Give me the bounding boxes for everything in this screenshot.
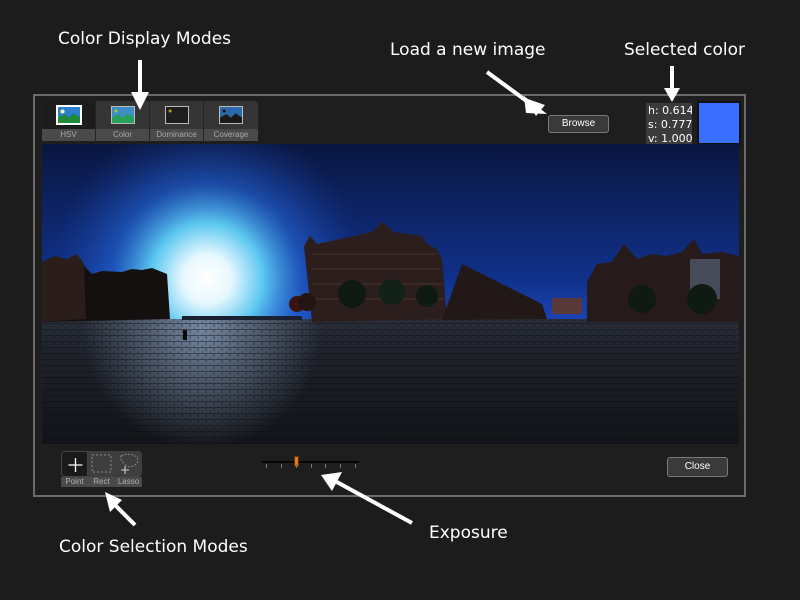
close-button[interactable]: Close — [667, 457, 728, 477]
exposure-tick — [266, 464, 267, 468]
lasso-icon — [115, 451, 142, 477]
selection-mode-label: Lasso — [115, 477, 142, 487]
exposure-slider[interactable] — [262, 454, 359, 468]
display-mode-coverage[interactable]: Coverage — [204, 101, 258, 141]
image-dominance-icon — [165, 106, 189, 124]
exposure-track — [262, 461, 359, 463]
exposure-tick — [280, 464, 282, 468]
color-picker-panel: HSV Color Dominance Coverage Browse h: 0… — [33, 94, 746, 497]
browse-button[interactable]: Browse — [548, 115, 609, 133]
image-coverage-icon — [219, 106, 243, 124]
selected-color-swatch — [697, 101, 741, 145]
display-mode-label: Dominance — [150, 129, 203, 141]
exposure-tick — [355, 464, 356, 468]
callout-selected-color: Selected color — [624, 40, 745, 60]
selection-mode-label: Point — [61, 477, 88, 487]
exposure-tick — [340, 464, 342, 468]
selection-mode-point[interactable]: Point — [61, 451, 88, 488]
saturation-value: s: 0.777 — [648, 118, 692, 131]
dashed-rect-icon — [88, 451, 115, 477]
display-mode-dominance[interactable]: Dominance — [150, 101, 204, 141]
callout-exposure: Exposure — [429, 523, 508, 543]
exposure-tick — [295, 464, 297, 468]
display-mode-color[interactable]: Color — [96, 101, 150, 141]
callout-color-display-modes: Color Display Modes — [58, 29, 232, 49]
panorama-image — [42, 144, 739, 444]
selection-mode-rect[interactable]: Rect — [88, 451, 115, 488]
image-hsv-icon — [56, 105, 82, 125]
image-viewport[interactable] — [42, 144, 739, 444]
crosshair-plus-icon — [61, 451, 88, 477]
color-selection-mode-tabs: Point Rect Lasso — [61, 451, 142, 488]
selection-mode-lasso[interactable]: Lasso — [115, 451, 142, 488]
display-mode-label: Coverage — [204, 129, 258, 141]
display-mode-hsv[interactable]: HSV — [42, 101, 96, 141]
callout-color-selection-modes: Color Selection Modes — [59, 537, 248, 557]
hsv-readout: h: 0.614 s: 0.777 v: 1.000 — [646, 103, 692, 147]
display-mode-label: HSV — [42, 129, 95, 141]
display-mode-label: Color — [96, 129, 149, 141]
hue-value: h: 0.614 — [648, 104, 692, 117]
image-color-icon — [111, 106, 135, 124]
color-display-mode-tabs: HSV Color Dominance Coverage — [42, 101, 258, 141]
exposure-tick — [310, 464, 312, 468]
exposure-tick — [325, 464, 327, 468]
callout-load-image: Load a new image — [390, 40, 546, 60]
selection-mode-label: Rect — [88, 477, 115, 487]
